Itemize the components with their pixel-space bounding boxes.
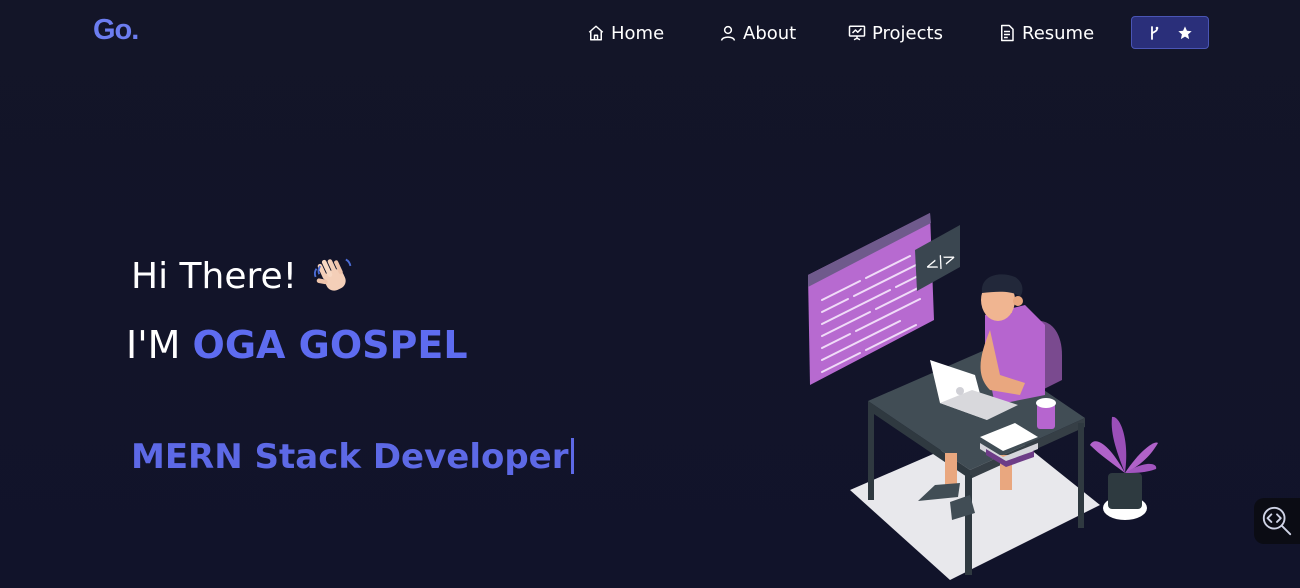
hero-role: MERN Stack Developer [131, 437, 574, 477]
home-icon [588, 25, 604, 41]
greeting-text: Hi There! [131, 255, 298, 297]
nav-projects-link[interactable]: Projects [848, 20, 943, 46]
nav-home-link[interactable]: Home [587, 20, 664, 46]
navbar: Go. Home About Projects Resume [0, 0, 1300, 64]
page: Go. Home About Projects Resume Hi There!… [0, 0, 1300, 588]
code-search-icon [1262, 506, 1292, 536]
nav-about-label: About [743, 22, 797, 44]
hero-intro: I'M OGA GOSPEL [126, 323, 468, 367]
hero-greeting: Hi There! [131, 254, 355, 298]
github-star-button[interactable] [1131, 16, 1209, 49]
brand-logo[interactable]: Go. [93, 14, 139, 47]
user-icon [720, 25, 736, 41]
document-icon [1001, 24, 1014, 42]
star-icon [1178, 25, 1192, 39]
nav-projects-label: Projects [872, 22, 943, 44]
git-fork-icon [1151, 25, 1159, 40]
developer-illustration: </> [808, 213, 1158, 580]
typing-cursor [570, 438, 574, 474]
waving-hand-icon [313, 258, 352, 291]
nav-resume-link[interactable]: Resume [998, 20, 1094, 46]
hero-name: OGA GOSPEL [192, 323, 468, 367]
role-text: MERN Stack Developer [131, 437, 569, 477]
nav-home-label: Home [611, 22, 665, 44]
intro-prefix: I'M [126, 323, 181, 367]
nav-about-link[interactable]: About [719, 20, 796, 46]
code-search-widget[interactable] [1254, 498, 1300, 544]
nav-resume-label: Resume [1022, 22, 1095, 44]
presentation-icon [848, 25, 866, 41]
